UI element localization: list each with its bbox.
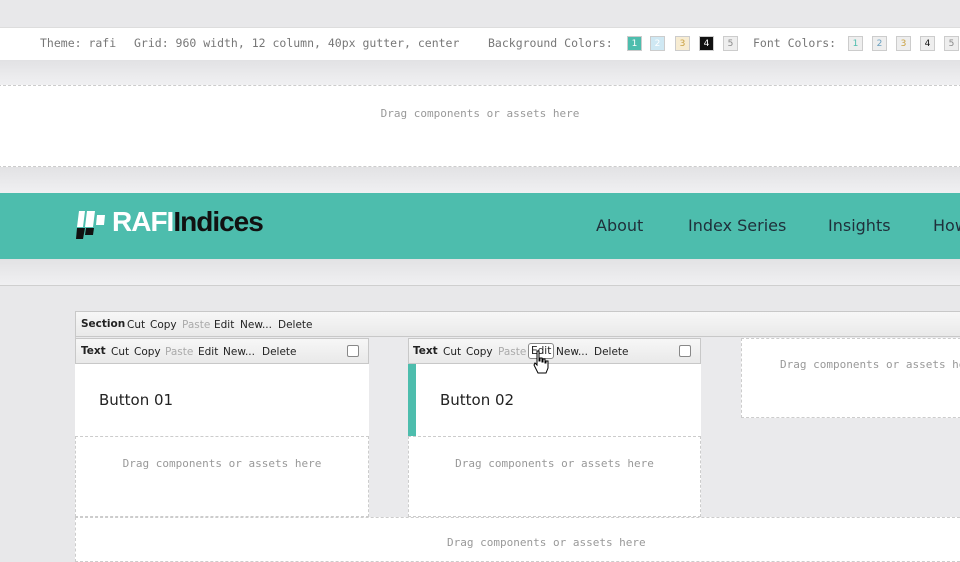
dropzone-text: Drag components or assets here bbox=[122, 457, 322, 470]
rafi-logo-icon bbox=[76, 211, 105, 239]
nav-insights[interactable]: Insights bbox=[828, 216, 891, 235]
section-delete-button[interactable]: Delete bbox=[278, 319, 313, 331]
text-delete-button[interactable]: Delete bbox=[594, 346, 629, 358]
section-paste-button[interactable]: Paste bbox=[182, 319, 210, 331]
bg-swatch-5[interactable]: 5 bbox=[723, 36, 738, 51]
bg-swatch-1[interactable]: 1 bbox=[627, 36, 642, 51]
spacer-band bbox=[0, 259, 960, 286]
text-block[interactable]: Button 01 bbox=[75, 364, 369, 436]
section-new-button[interactable]: New... bbox=[240, 319, 272, 331]
theme-label: Theme: rafi bbox=[40, 36, 117, 50]
text-toolbar: Text Cut Copy Paste Edit New... Delete bbox=[408, 338, 701, 364]
brand-wordmark[interactable]: RAFIIndices bbox=[112, 206, 264, 238]
section-dropzone[interactable]: Drag components or assets here bbox=[75, 517, 960, 562]
font-colors-label: Font Colors: bbox=[753, 36, 837, 50]
selection-accent bbox=[408, 364, 416, 436]
nav-about[interactable]: About bbox=[596, 216, 643, 235]
font-swatch-1[interactable]: 1 bbox=[848, 36, 863, 51]
section-cut-button[interactable]: Cut bbox=[127, 319, 145, 331]
text-cut-button[interactable]: Cut bbox=[443, 346, 461, 358]
site-header: RAFIIndices About Index Series Insights … bbox=[0, 193, 960, 259]
bg-swatch-3[interactable]: 3 bbox=[675, 36, 690, 51]
select-checkbox[interactable] bbox=[347, 345, 359, 357]
grid-label: Grid: 960 width, 12 column, 40px gutter,… bbox=[134, 36, 460, 50]
text-new-button[interactable]: New... bbox=[223, 346, 255, 358]
font-swatch-2[interactable]: 2 bbox=[872, 36, 887, 51]
text-cut-button[interactable]: Cut bbox=[111, 346, 129, 358]
brand-secondary: Indices bbox=[173, 206, 263, 237]
text-paste-button[interactable]: Paste bbox=[498, 346, 526, 358]
select-checkbox[interactable] bbox=[679, 345, 691, 357]
section-edit-button[interactable]: Edit bbox=[214, 319, 234, 331]
font-swatch-4[interactable]: 4 bbox=[920, 36, 935, 51]
text-block[interactable]: Button 02 bbox=[408, 364, 701, 436]
button-text: Button 02 bbox=[440, 391, 515, 409]
text-delete-button[interactable]: Delete bbox=[262, 346, 297, 358]
spacer-band bbox=[0, 167, 960, 193]
bg-swatch-4[interactable]: 4 bbox=[699, 36, 714, 51]
font-swatch-5[interactable]: 5 bbox=[944, 36, 959, 51]
text-paste-button[interactable]: Paste bbox=[165, 346, 193, 358]
dropzone-text: Drag components or assets here bbox=[447, 536, 646, 549]
column-dropzone[interactable]: Drag components or assets here bbox=[741, 338, 960, 418]
text-toolbar: Text Cut Copy Paste Edit New... Delete bbox=[75, 338, 369, 364]
font-swatch-3[interactable]: 3 bbox=[896, 36, 911, 51]
brand-primary: RAFI bbox=[112, 206, 174, 237]
dropzone-text: Drag components or assets here bbox=[455, 457, 654, 470]
theme-bar: Theme: rafi Grid: 960 width, 12 column, … bbox=[0, 27, 960, 61]
text-edit-button[interactable]: Edit bbox=[198, 346, 218, 358]
top-dropzone[interactable]: Drag components or assets here bbox=[0, 85, 960, 167]
button-text: Button 01 bbox=[99, 391, 174, 409]
nav-how[interactable]: How bbox=[933, 216, 960, 235]
section-copy-button[interactable]: Copy bbox=[150, 319, 177, 331]
nav-index-series[interactable]: Index Series bbox=[688, 216, 786, 235]
text-label: Text bbox=[81, 345, 106, 357]
spacer-band bbox=[0, 60, 960, 85]
text-copy-button[interactable]: Copy bbox=[134, 346, 161, 358]
section-toolbar: Section Cut Copy Paste Edit New... Delet… bbox=[75, 311, 960, 337]
dropzone-text: Drag components or assets here bbox=[780, 358, 960, 371]
text-new-button[interactable]: New... bbox=[556, 346, 588, 358]
column-dropzone[interactable]: Drag components or assets here bbox=[75, 436, 369, 517]
column-dropzone[interactable]: Drag components or assets here bbox=[408, 436, 701, 517]
text-copy-button[interactable]: Copy bbox=[466, 346, 493, 358]
section-label: Section bbox=[81, 318, 126, 330]
background-colors-label: Background Colors: bbox=[488, 36, 613, 50]
hand-cursor-icon bbox=[533, 350, 549, 374]
dropzone-text: Drag components or assets here bbox=[380, 107, 580, 120]
text-label: Text bbox=[413, 345, 438, 357]
bg-swatch-2[interactable]: 2 bbox=[650, 36, 665, 51]
